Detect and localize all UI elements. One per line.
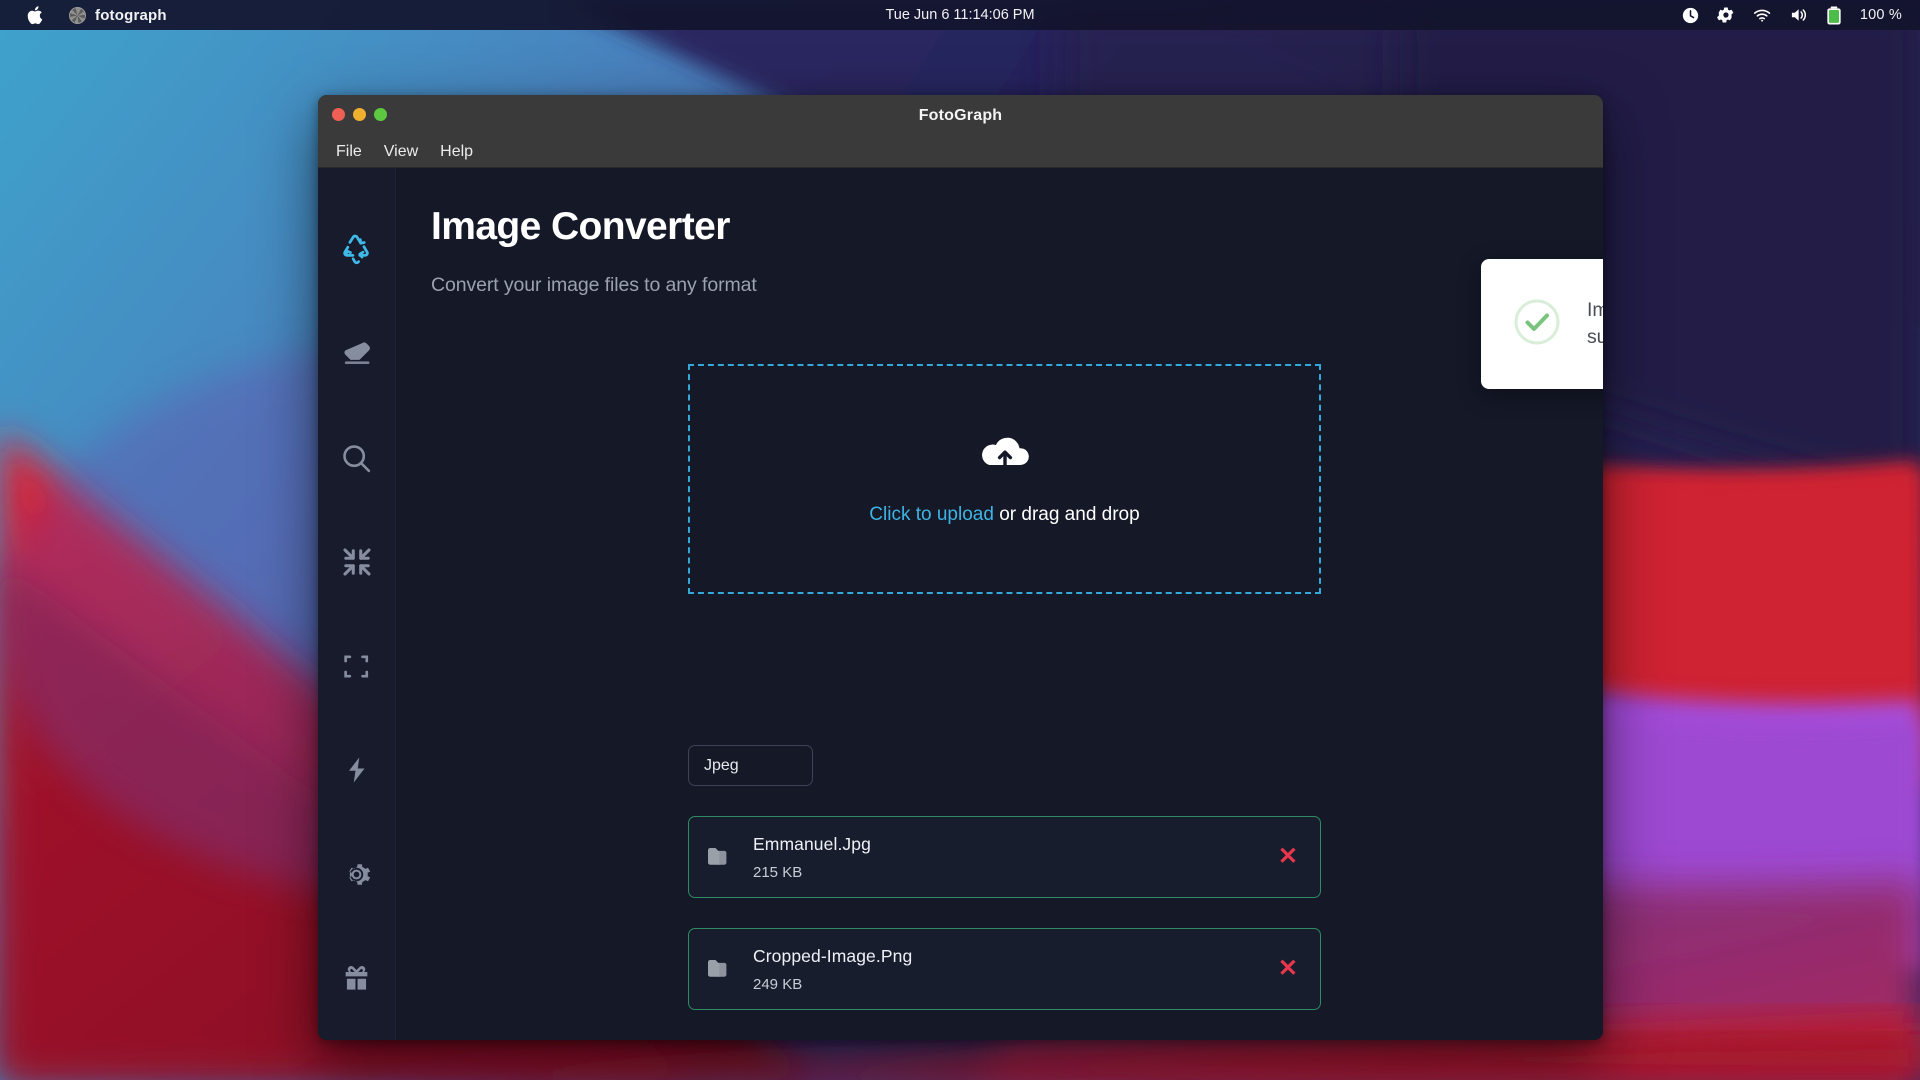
sidebar-item-search[interactable] bbox=[318, 406, 396, 510]
sidebar-item-compress[interactable] bbox=[318, 510, 396, 614]
format-select-value: Jpeg bbox=[704, 757, 739, 775]
toast-message: Image files converted successfuly bbox=[1587, 297, 1603, 351]
main-content: Image Converter Convert your image files… bbox=[396, 168, 1603, 1040]
maximize-button[interactable] bbox=[374, 108, 387, 121]
file-name: Cropped-Image.Png bbox=[753, 946, 912, 966]
remove-file-button[interactable]: ✕ bbox=[1278, 957, 1298, 981]
window-menubar: File View Help bbox=[318, 136, 1603, 168]
clock-icon[interactable] bbox=[1682, 7, 1699, 24]
format-select[interactable]: Jpeg bbox=[688, 745, 813, 786]
page-title: Image Converter bbox=[431, 205, 1603, 249]
wifi-icon[interactable] bbox=[1753, 8, 1772, 23]
app-sidebar bbox=[318, 168, 396, 1040]
sidebar-item-erase[interactable] bbox=[318, 302, 396, 406]
menubar-status-area: 100 % bbox=[1682, 6, 1920, 25]
sidebar-item-optimize[interactable] bbox=[318, 718, 396, 822]
menu-file[interactable]: File bbox=[336, 143, 362, 161]
page-subtitle: Convert your image files to any format bbox=[431, 274, 1603, 297]
folder-icon bbox=[707, 847, 741, 868]
close-button[interactable] bbox=[332, 108, 345, 121]
eraser-icon bbox=[341, 339, 372, 370]
file-info: Cropped-Image.Png 249 KB bbox=[753, 946, 1278, 993]
gift-icon bbox=[341, 963, 372, 994]
minimize-button[interactable] bbox=[353, 108, 366, 121]
apple-logo-icon[interactable] bbox=[14, 0, 56, 30]
battery-percent-label: 100 % bbox=[1860, 7, 1902, 23]
window-titlebar: FotoGraph bbox=[318, 95, 1603, 136]
file-size: 249 KB bbox=[753, 976, 1278, 993]
folder-icon bbox=[707, 959, 741, 980]
file-size: 215 KB bbox=[753, 864, 1278, 881]
volume-icon[interactable] bbox=[1790, 7, 1808, 23]
success-toast: Image files converted successfuly bbox=[1481, 259, 1603, 389]
check-circle-icon bbox=[1513, 298, 1561, 351]
dropzone-upload-link[interactable]: Click to upload bbox=[869, 504, 994, 525]
recycle-icon bbox=[340, 234, 373, 267]
menu-view[interactable]: View bbox=[384, 143, 418, 161]
traffic-lights bbox=[332, 108, 387, 121]
upload-dropzone[interactable]: Click to upload or drag and drop bbox=[688, 364, 1321, 594]
gear-icon[interactable] bbox=[1717, 6, 1735, 24]
sidebar-item-resize[interactable] bbox=[318, 614, 396, 718]
menubar-app-entry[interactable]: fotograph bbox=[56, 0, 180, 30]
fotograph-app-icon bbox=[69, 7, 86, 24]
fotograph-window: FotoGraph File View Help bbox=[318, 95, 1603, 1040]
sidebar-item-settings[interactable] bbox=[318, 822, 396, 926]
table-row[interactable]: Cropped-Image.Png 249 KB ✕ bbox=[688, 928, 1321, 1010]
minimize-corners-icon bbox=[342, 652, 371, 681]
window-title: FotoGraph bbox=[919, 107, 1003, 125]
menubar-left: fotograph bbox=[0, 0, 180, 30]
sidebar-item-convert[interactable] bbox=[318, 198, 396, 302]
dropzone-rest-text: or drag and drop bbox=[994, 504, 1140, 525]
cloud-upload-icon bbox=[979, 433, 1031, 478]
bolt-icon bbox=[342, 755, 372, 785]
gear-icon bbox=[341, 859, 372, 890]
compress-icon bbox=[341, 546, 373, 578]
table-row[interactable]: Emmanuel.Jpg 215 KB ✕ bbox=[688, 816, 1321, 898]
app-body: Image Converter Convert your image files… bbox=[318, 168, 1603, 1040]
dropzone-label: Click to upload or drag and drop bbox=[869, 504, 1139, 526]
menu-help[interactable]: Help bbox=[440, 143, 473, 161]
menubar-app-name: fotograph bbox=[95, 7, 167, 24]
menubar-clock[interactable]: Tue Jun 6 11:14:06 PM bbox=[0, 7, 1920, 23]
file-name: Emmanuel.Jpg bbox=[753, 834, 871, 854]
macos-menubar: fotograph Tue Jun 6 11:14:06 PM bbox=[0, 0, 1920, 30]
file-info: Emmanuel.Jpg 215 KB bbox=[753, 834, 1278, 881]
battery-icon[interactable] bbox=[1826, 6, 1842, 25]
remove-file-button[interactable]: ✕ bbox=[1278, 845, 1298, 869]
magnifier-icon bbox=[340, 442, 373, 475]
sidebar-item-rewards[interactable] bbox=[318, 926, 396, 1030]
